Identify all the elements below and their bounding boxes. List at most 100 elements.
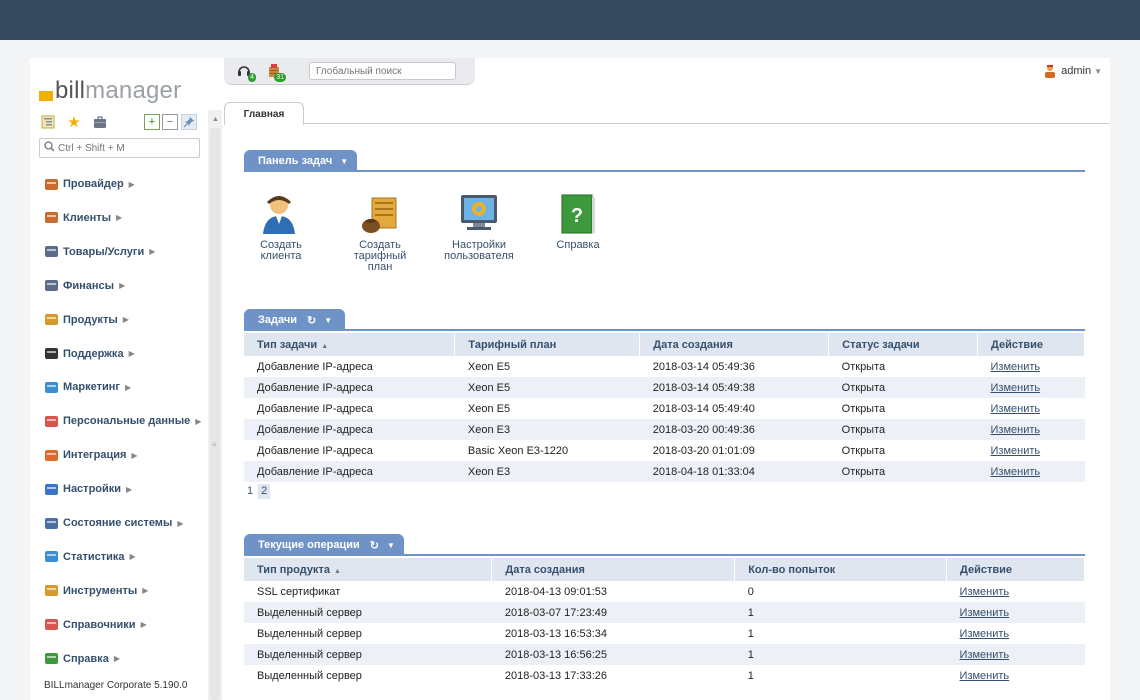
- sidebar-item[interactable]: Персональные данные ▶: [44, 411, 201, 431]
- table-cell: Basic Xeon E3-1220: [467, 444, 569, 457]
- action-cell: Изменить: [977, 461, 1085, 482]
- tasks-title: Задачи: [258, 314, 297, 326]
- column-header[interactable]: Тип продукта ▲: [244, 558, 493, 581]
- chevron-right-icon: ▶: [126, 484, 133, 494]
- sidebar-item[interactable]: Финансы ▶: [44, 276, 125, 296]
- refresh-icon[interactable]: ↻: [370, 539, 379, 552]
- table-cell: Добавление IP-адреса: [244, 419, 455, 440]
- shortcut-create-tariff[interactable]: Создать тарифный план: [335, 192, 425, 273]
- splitter-grip-icon[interactable]: ≡: [212, 440, 217, 449]
- table-row[interactable]: Выделенный сервер 2018-03-13 16:53:34 1 Изм…: [244, 623, 1085, 644]
- tasks-header[interactable]: Задачи ↻ ▼: [244, 309, 345, 331]
- support-headset-icon[interactable]: 4: [236, 63, 256, 82]
- taskpanel-header[interactable]: Панель задач ▼: [244, 150, 357, 172]
- table-cell: 2018-03-14 05:49:40: [652, 402, 755, 415]
- sidebar-item[interactable]: Справочники ▶: [44, 615, 147, 635]
- column-header[interactable]: Тарифный план: [454, 333, 641, 356]
- edit-link[interactable]: Изменить: [960, 670, 1010, 682]
- expand-all-icon[interactable]: +: [144, 114, 160, 130]
- edit-link[interactable]: Изменить: [991, 361, 1041, 373]
- column-header[interactable]: Тип задачи ▲: [244, 333, 456, 356]
- sidebar-item[interactable]: Поддержка ▶: [44, 344, 135, 364]
- sidebar-item[interactable]: Статистика ▶: [44, 547, 136, 567]
- edit-link[interactable]: Изменить: [991, 445, 1041, 457]
- table-cell: Открыта: [828, 377, 978, 398]
- page-current[interactable]: 2: [258, 484, 271, 499]
- edit-link[interactable]: Изменить: [960, 649, 1010, 661]
- sidebar-item[interactable]: Настройки ▶: [44, 479, 132, 499]
- refresh-icon[interactable]: ↻: [307, 314, 316, 327]
- sidebar-item[interactable]: Справка ▶: [44, 649, 120, 669]
- briefcase-icon[interactable]: [92, 114, 108, 130]
- chevron-down-icon[interactable]: ▼: [324, 316, 332, 325]
- edit-link[interactable]: Изменить: [991, 466, 1041, 478]
- column-header[interactable]: Дата создания: [639, 333, 830, 356]
- sidebar-search[interactable]: [39, 138, 200, 158]
- pin-icon[interactable]: [181, 114, 197, 130]
- edit-link[interactable]: Изменить: [991, 424, 1041, 436]
- table-cell: Добавление IP-адреса: [244, 461, 455, 482]
- table-row[interactable]: Добавление IP-адреса Xeon E5 2018-03-14 05…: [244, 398, 1085, 419]
- cart-icon: [44, 244, 59, 259]
- table-row[interactable]: Добавление IP-адреса Xeon E5 2018-03-14 05…: [244, 377, 1085, 398]
- column-header[interactable]: Действие: [946, 558, 1085, 581]
- edit-link[interactable]: Изменить: [960, 586, 1010, 598]
- logo: billmanager: [39, 76, 181, 106]
- sidebar-item[interactable]: Маркетинг ▶: [44, 377, 131, 397]
- sidebar-item[interactable]: Интеграция ▶: [44, 445, 138, 465]
- edit-link[interactable]: Изменить: [991, 382, 1041, 394]
- scroll-up-icon[interactable]: ▲: [212, 116, 219, 123]
- sidebar-item[interactable]: Провайдер ▶: [44, 174, 135, 194]
- tasks-icon[interactable]: 31: [266, 63, 286, 82]
- sidebar-scrollbar-thumb[interactable]: [210, 128, 220, 700]
- action-cell: Изменить: [947, 665, 1085, 686]
- edit-link[interactable]: Изменить: [991, 403, 1041, 415]
- table-row[interactable]: Добавление IP-адреса Xeon E5 2018-03-14 05…: [244, 356, 1085, 377]
- table-cell: 2018-03-20 01:01:09: [652, 444, 755, 457]
- shortcut-help[interactable]: ? Справка: [533, 192, 623, 251]
- sidebar-splitter[interactable]: ▲ ≡: [208, 110, 222, 700]
- sidebar-search-input[interactable]: [58, 142, 188, 154]
- tab-main[interactable]: Главная: [224, 102, 304, 125]
- sidebar-item[interactable]: Товары/Услуги ▶: [44, 242, 155, 262]
- sort-asc-icon: ▲: [333, 567, 341, 575]
- global-search-input[interactable]: [309, 62, 456, 80]
- chevron-down-icon[interactable]: ▼: [340, 157, 348, 166]
- sidebar-item[interactable]: Продукты ▶: [44, 310, 129, 330]
- table-row[interactable]: Добавление IP-адреса Basic Xeon E3-1220 20…: [244, 440, 1085, 461]
- sidebar-item[interactable]: Состояние системы ▶: [44, 513, 184, 533]
- table-row[interactable]: Выделенный сервер 2018-03-13 16:56:25 1 Изм…: [244, 644, 1085, 665]
- edit-link[interactable]: Изменить: [960, 607, 1010, 619]
- chevron-right-icon: ▶: [116, 213, 123, 223]
- page-link[interactable]: 1: [244, 484, 256, 499]
- tasks-pager: 1 2: [244, 484, 271, 499]
- chevron-down-icon[interactable]: ▼: [387, 541, 395, 550]
- sidebar-item[interactable]: Клиенты ▶: [44, 208, 122, 228]
- tools-icon: [44, 583, 59, 598]
- table-row[interactable]: Выделенный сервер 2018-03-13 17:33:26 1 Изм…: [244, 665, 1085, 686]
- favorites-star-icon[interactable]: ★: [66, 114, 82, 130]
- chevron-right-icon: ▶: [113, 654, 120, 664]
- operations-title: Текущие операции: [258, 539, 360, 551]
- column-header[interactable]: Статус задачи: [828, 333, 979, 356]
- table-row[interactable]: Добавление IP-адреса Xeon E3 2018-04-18 01…: [244, 461, 1085, 482]
- tariff-create-icon: [358, 192, 402, 236]
- collapse-all-icon[interactable]: −: [162, 114, 178, 130]
- shortcut-create-client[interactable]: Создать клиента: [236, 192, 326, 262]
- table-row[interactable]: SSL сертификат 2018-04-13 09:01:53 0 Измени…: [244, 581, 1085, 602]
- operations-header[interactable]: Текущие операции ↻ ▼: [244, 534, 404, 556]
- edit-link[interactable]: Изменить: [960, 628, 1010, 640]
- table-row[interactable]: Добавление IP-адреса Xeon E3 2018-03-20 00…: [244, 419, 1085, 440]
- sidebar-item[interactable]: Инструменты ▶: [44, 581, 148, 601]
- tree-view-icon[interactable]: [40, 114, 56, 130]
- table-cell: Добавление IP-адреса: [257, 360, 373, 373]
- user-menu[interactable]: admin ▼: [1043, 64, 1102, 78]
- column-header[interactable]: Дата создания: [491, 558, 736, 581]
- clients-icon: [44, 210, 59, 225]
- column-header[interactable]: Кол-во попыток: [734, 558, 948, 581]
- bars-icon: [44, 414, 59, 429]
- table-row[interactable]: Выделенный сервер 2018-03-07 17:23:49 1 Изм…: [244, 602, 1085, 623]
- admin-avatar-icon: [1043, 64, 1057, 78]
- column-header[interactable]: Действие: [977, 333, 1085, 356]
- shortcut-user-settings[interactable]: Настройки пользователя: [434, 192, 524, 262]
